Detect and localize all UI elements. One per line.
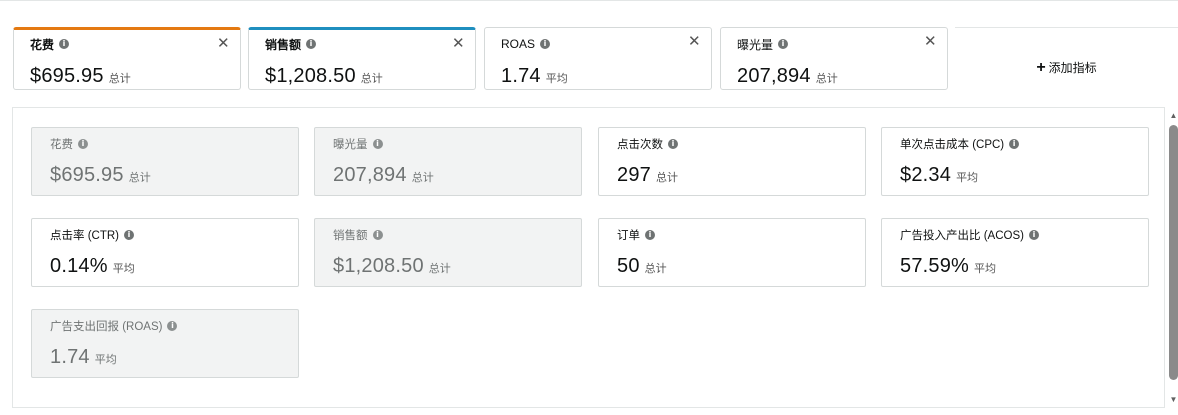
card-value: $695.95 xyxy=(50,164,124,186)
card-value: 50 xyxy=(617,255,640,277)
metric-card-clicks[interactable]: 点击次数 i 297 总计 xyxy=(598,127,866,196)
card-unit: 平均 xyxy=(956,172,979,184)
close-icon[interactable]: ✕ xyxy=(924,34,937,49)
info-icon[interactable]: i xyxy=(306,39,317,49)
metric-tab-sales[interactable]: 销售额 i ✕ $1,208.50 总计 xyxy=(248,27,476,90)
tab-unit: 总计 xyxy=(815,73,838,85)
tab-unit: 平均 xyxy=(545,73,568,85)
card-label: 点击率 (CTR) xyxy=(50,230,119,242)
card-label: 销售额 xyxy=(333,230,368,242)
tab-label: 曝光量 xyxy=(737,37,774,52)
info-icon[interactable]: i xyxy=(778,39,789,49)
tab-unit: 总计 xyxy=(360,73,383,85)
tab-label: 销售额 xyxy=(265,37,302,52)
metric-card-impressions[interactable]: 曝光量 i 207,894 总计 xyxy=(314,127,582,196)
scroll-down-arrow-icon[interactable]: ▼ xyxy=(1169,396,1178,404)
tab-value: 1.74 xyxy=(501,65,541,87)
card-value: 0.14% xyxy=(50,255,108,277)
metric-selector-panel: 花费 i $695.95 总计 曝光量 i 207,894 总计 点击次数 i … xyxy=(12,107,1165,408)
card-label: 广告投入产出比 (ACOS) xyxy=(900,230,1024,242)
tab-unit: 总计 xyxy=(108,73,131,85)
card-label: 订单 xyxy=(617,230,640,242)
card-unit: 总计 xyxy=(644,263,667,275)
info-icon[interactable]: i xyxy=(1009,139,1020,149)
info-icon[interactable]: i xyxy=(78,139,88,149)
card-value: $1,208.50 xyxy=(333,255,424,277)
tab-value: $695.95 xyxy=(30,65,104,87)
top-divider xyxy=(0,0,1178,3)
scroll-up-arrow-icon[interactable]: ▲ xyxy=(1169,112,1178,120)
card-unit: 平均 xyxy=(112,263,135,275)
plus-icon: + xyxy=(1036,58,1046,76)
card-unit: 总计 xyxy=(655,172,678,184)
card-unit: 总计 xyxy=(411,172,434,184)
tab-value: $1,208.50 xyxy=(265,65,356,87)
close-icon[interactable]: ✕ xyxy=(452,36,465,51)
card-label: 单次点击成本 (CPC) xyxy=(900,139,1005,151)
info-icon[interactable]: i xyxy=(645,230,655,240)
card-value: $2.34 xyxy=(900,164,952,186)
card-value: 57.59% xyxy=(900,255,970,277)
card-unit: 总计 xyxy=(428,263,451,275)
info-icon[interactable]: i xyxy=(372,139,383,149)
card-unit: 总计 xyxy=(128,172,151,184)
info-icon[interactable]: i xyxy=(124,230,134,240)
info-icon[interactable]: i xyxy=(1028,230,1039,240)
info-icon[interactable]: i xyxy=(167,321,178,331)
tab-value: 207,894 xyxy=(737,65,811,87)
tab-label: 花费 xyxy=(30,37,55,52)
scrollbar-thumb[interactable] xyxy=(1169,125,1178,380)
card-label: 点击次数 xyxy=(617,139,663,151)
tab-label: ROAS xyxy=(501,37,536,51)
metric-card-roas[interactable]: 广告支出回报 (ROAS) i 1.74 平均 xyxy=(31,309,299,378)
metric-card-acos[interactable]: 广告投入产出比 (ACOS) i 57.59% 平均 xyxy=(881,218,1149,287)
add-metric-button[interactable]: + 添加指标 xyxy=(955,27,1178,107)
info-icon[interactable]: i xyxy=(372,230,383,240)
card-unit: 平均 xyxy=(974,263,997,275)
metric-card-orders[interactable]: 订单 i 50 总计 xyxy=(598,218,866,287)
info-icon[interactable]: i xyxy=(540,39,551,49)
info-icon[interactable]: i xyxy=(59,39,70,49)
info-icon[interactable]: i xyxy=(668,139,678,149)
metric-tab-impressions[interactable]: 曝光量 i ✕ 207,894 总计 xyxy=(720,27,948,90)
metric-card-ctr[interactable]: 点击率 (CTR) i 0.14% 平均 xyxy=(31,218,299,287)
close-icon[interactable]: ✕ xyxy=(217,36,230,51)
metric-tab-spend[interactable]: 花费 i ✕ $695.95 总计 xyxy=(13,27,241,90)
card-label: 广告支出回报 (ROAS) xyxy=(50,321,163,333)
metric-card-sales[interactable]: 销售额 i $1,208.50 总计 xyxy=(314,218,582,287)
card-unit: 平均 xyxy=(94,354,117,366)
card-value: 207,894 xyxy=(333,164,407,186)
metric-card-spend[interactable]: 花费 i $695.95 总计 xyxy=(31,127,299,196)
add-metric-label: 添加指标 xyxy=(1048,61,1097,75)
close-icon[interactable]: ✕ xyxy=(688,34,701,49)
metric-card-cpc[interactable]: 单次点击成本 (CPC) i $2.34 平均 xyxy=(881,127,1149,196)
card-label: 花费 xyxy=(50,139,73,151)
card-label: 曝光量 xyxy=(333,139,368,151)
card-value: 1.74 xyxy=(50,346,90,368)
metric-tab-roas[interactable]: ROAS i ✕ 1.74 平均 xyxy=(484,27,712,90)
card-value: 297 xyxy=(617,164,651,186)
